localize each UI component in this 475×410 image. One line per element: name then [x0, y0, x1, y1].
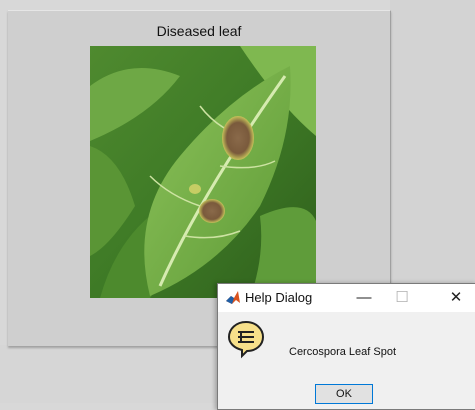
help-dialog: Help Dialog — ☐ ✕ Cercospora Leaf Spot O… [217, 283, 475, 410]
close-button[interactable]: ✕ [438, 284, 474, 312]
matlab-icon [225, 290, 241, 306]
minimize-button[interactable]: — [346, 284, 382, 312]
dialog-message: Cercospora Leaf Spot [289, 346, 397, 358]
diseased-leaf-image [90, 46, 316, 298]
help-icon [226, 319, 266, 359]
dialog-title: Help Dialog [245, 290, 313, 305]
dialog-titlebar[interactable]: Help Dialog — ☐ ✕ [218, 284, 475, 312]
figure-title: Diseased leaf [156, 23, 242, 39]
maximize-button[interactable]: ☐ [384, 284, 420, 312]
ok-button[interactable]: OK [315, 384, 373, 404]
